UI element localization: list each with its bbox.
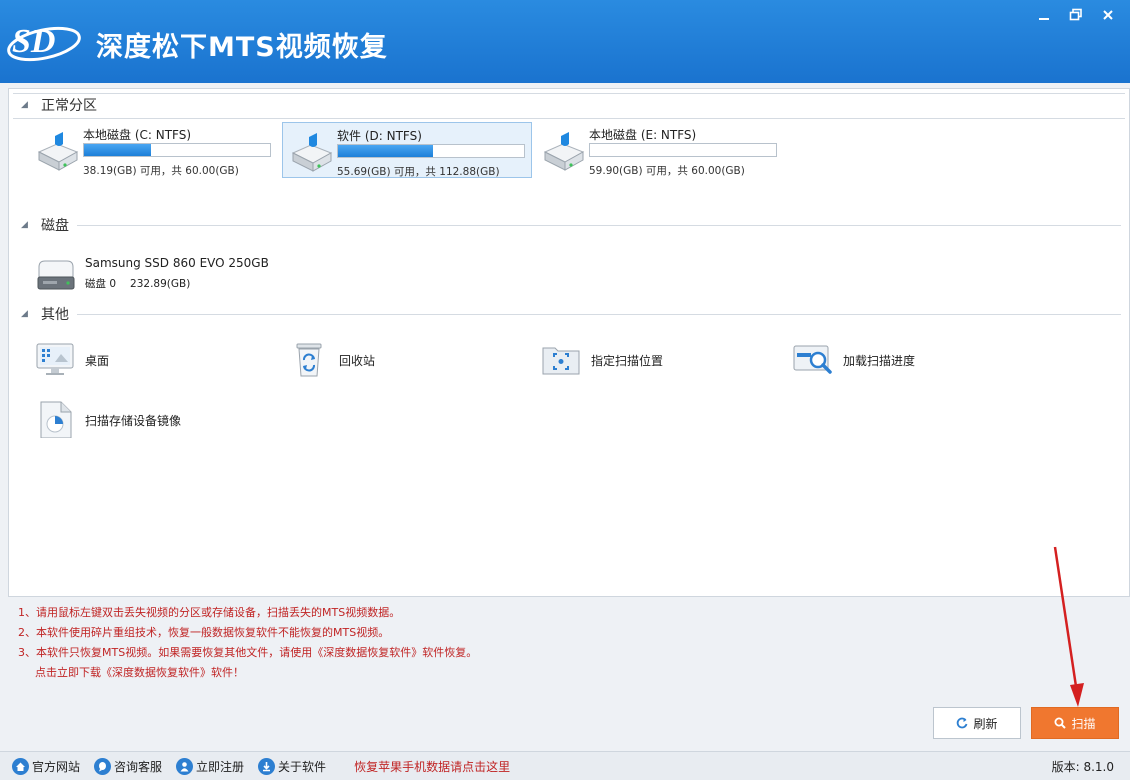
other-item-label: 桌面 bbox=[85, 354, 110, 368]
partition-drive-icon bbox=[291, 133, 333, 172]
minimize-button[interactable] bbox=[1030, 2, 1058, 28]
load-progress-icon bbox=[793, 345, 832, 374]
section-header-partitions[interactable]: ◢ 正常分区 bbox=[21, 95, 1121, 115]
partition-drive-icon bbox=[543, 132, 585, 171]
hard-disk-icon bbox=[37, 260, 75, 290]
download-link[interactable]: 点击立即下载《深度数据恢复软件》软件！ bbox=[35, 663, 477, 683]
close-button[interactable] bbox=[1094, 2, 1122, 28]
support-label: 咨询客服 bbox=[114, 759, 163, 774]
other-item-label: 指定扫描位置 bbox=[591, 354, 664, 368]
svg-text:SD: SD bbox=[12, 23, 55, 60]
collapse-triangle-icon[interactable]: ◢ bbox=[21, 100, 35, 110]
usage-fill bbox=[84, 144, 151, 156]
partition-info: 55.69(GB) 可用，共 112.88(GB) bbox=[337, 166, 500, 178]
usage-notes: 1、请用鼠标左键双击丢失视频的分区或存储设备，扫描丢失的MTS视频数据。 2、本… bbox=[18, 603, 477, 683]
chat-icon bbox=[94, 757, 112, 775]
partition-name: 本地磁盘 (C: NTFS) bbox=[83, 128, 192, 142]
refresh-label: 刷新 bbox=[973, 716, 998, 731]
scan-label: 扫描 bbox=[1071, 716, 1096, 731]
other-item-recycle-bin[interactable]: 回收站 bbox=[289, 340, 509, 380]
partition-item[interactable]: 本地磁盘 (C: NTFS) 38.19(GB) 可用，共 60.00(GB) bbox=[29, 122, 279, 178]
section-label: 磁盘 bbox=[41, 218, 69, 234]
partition-usage-bar bbox=[589, 143, 777, 157]
other-item-scan-location[interactable]: 指定扫描位置 bbox=[541, 340, 761, 380]
close-icon bbox=[1103, 10, 1113, 20]
minimize-icon bbox=[1039, 18, 1049, 20]
about-label: 关于软件 bbox=[278, 759, 327, 774]
user-icon bbox=[176, 757, 194, 775]
register-label: 立即注册 bbox=[196, 759, 245, 774]
partition-usage-bar bbox=[83, 143, 271, 157]
other-item-desktop[interactable]: 桌面 bbox=[35, 340, 255, 380]
version-label: 版本: 8.1.0 bbox=[1051, 760, 1114, 774]
other-item-scan-image[interactable]: 扫描存储设备镜像 bbox=[35, 400, 255, 440]
refresh-icon bbox=[957, 717, 968, 729]
restore-button[interactable] bbox=[1062, 2, 1090, 28]
note-line: 2、本软件使用碎片重组技术，恢复一般数据恢复软件不能恢复的MTS视频。 bbox=[18, 626, 390, 639]
app-title: 深度松下MTS视频恢复 bbox=[96, 32, 388, 63]
partition-name: 本地磁盘 (E: NTFS) bbox=[589, 128, 697, 142]
collapse-triangle-icon[interactable]: ◢ bbox=[21, 309, 35, 319]
recycle-bin-icon bbox=[296, 343, 322, 377]
official-site-link[interactable]: 官方网站 bbox=[12, 757, 81, 775]
register-link[interactable]: 立即注册 bbox=[176, 757, 245, 775]
search-icon bbox=[1054, 717, 1067, 729]
note-line: 1、请用鼠标左键双击丢失视频的分区或存储设备，扫描丢失的MTS视频数据。 bbox=[18, 606, 401, 619]
note-line: 3、本软件只恢复MTS视频。如果需要恢复其他文件，请使用《深度数据恢复软件》软件… bbox=[18, 646, 478, 659]
window-controls bbox=[1030, 2, 1122, 28]
scan-button[interactable]: 扫描 bbox=[1031, 707, 1119, 739]
partition-info: 59.90(GB) 可用，共 60.00(GB) bbox=[589, 165, 745, 177]
disk-name: Samsung SSD 860 EVO 250GB bbox=[85, 256, 269, 270]
section-divider bbox=[77, 313, 1121, 315]
partition-name: 软件 (D: NTFS) bbox=[337, 129, 422, 143]
section-label: 其他 bbox=[41, 307, 69, 323]
refresh-button[interactable]: 刷新 bbox=[933, 707, 1021, 739]
disk-index: 磁盘 0 bbox=[85, 278, 117, 290]
section-divider bbox=[77, 224, 1121, 226]
about-link[interactable]: 关于软件 bbox=[258, 757, 327, 775]
app-logo: SD bbox=[7, 23, 81, 62]
section-header-other[interactable]: ◢ 其他 bbox=[21, 304, 1121, 324]
other-item-label: 回收站 bbox=[339, 354, 376, 368]
section-label: 正常分区 bbox=[41, 98, 97, 114]
restore-icon bbox=[1069, 8, 1082, 21]
support-link[interactable]: 咨询客服 bbox=[94, 757, 163, 775]
partition-item[interactable]: 本地磁盘 (E: NTFS) 59.90(GB) 可用，共 60.00(GB) bbox=[535, 122, 785, 178]
image-file-icon bbox=[40, 401, 72, 438]
partition-usage-bar bbox=[337, 144, 525, 158]
apple-recovery-link[interactable]: 恢复苹果手机数据请点击这里 bbox=[354, 758, 510, 775]
main-panel: ◢ 正常分区 本地磁盘 (C: NTFS) 38.19(GB) 可用，共 60.… bbox=[8, 88, 1130, 597]
desktop-icon bbox=[36, 343, 74, 375]
official-site-label: 官方网站 bbox=[32, 759, 81, 774]
section-header-disks[interactable]: ◢ 磁盘 bbox=[21, 215, 1121, 235]
title-bar: SD 深度松下MTS视频恢复 bbox=[0, 0, 1130, 83]
collapse-triangle-icon[interactable]: ◢ bbox=[21, 220, 35, 230]
disk-details: 磁盘 0 232.89(GB) bbox=[85, 276, 190, 291]
partition-info: 38.19(GB) 可用，共 60.00(GB) bbox=[83, 165, 239, 177]
other-item-label: 扫描存储设备镜像 bbox=[85, 414, 182, 428]
home-icon bbox=[12, 757, 29, 775]
partition-drive-icon bbox=[37, 132, 79, 171]
usage-fill bbox=[338, 145, 433, 157]
folder-scan-icon bbox=[542, 347, 580, 375]
download-icon bbox=[258, 757, 276, 775]
disk-size: 232.89(GB) bbox=[130, 278, 191, 290]
partition-item[interactable]: 软件 (D: NTFS) 55.69(GB) 可用，共 112.88(GB) bbox=[282, 122, 532, 178]
other-item-load-progress[interactable]: 加载扫描进度 bbox=[793, 340, 1013, 380]
status-bar: 官方网站 咨询客服 立即注册 关于软件 恢复苹果手机数据请点击这里 版本: 8.… bbox=[0, 751, 1130, 780]
disk-item[interactable]: Samsung SSD 860 EVO 250GB 磁盘 0 232.89(GB) bbox=[33, 253, 293, 297]
other-item-label: 加载扫描进度 bbox=[843, 354, 916, 368]
